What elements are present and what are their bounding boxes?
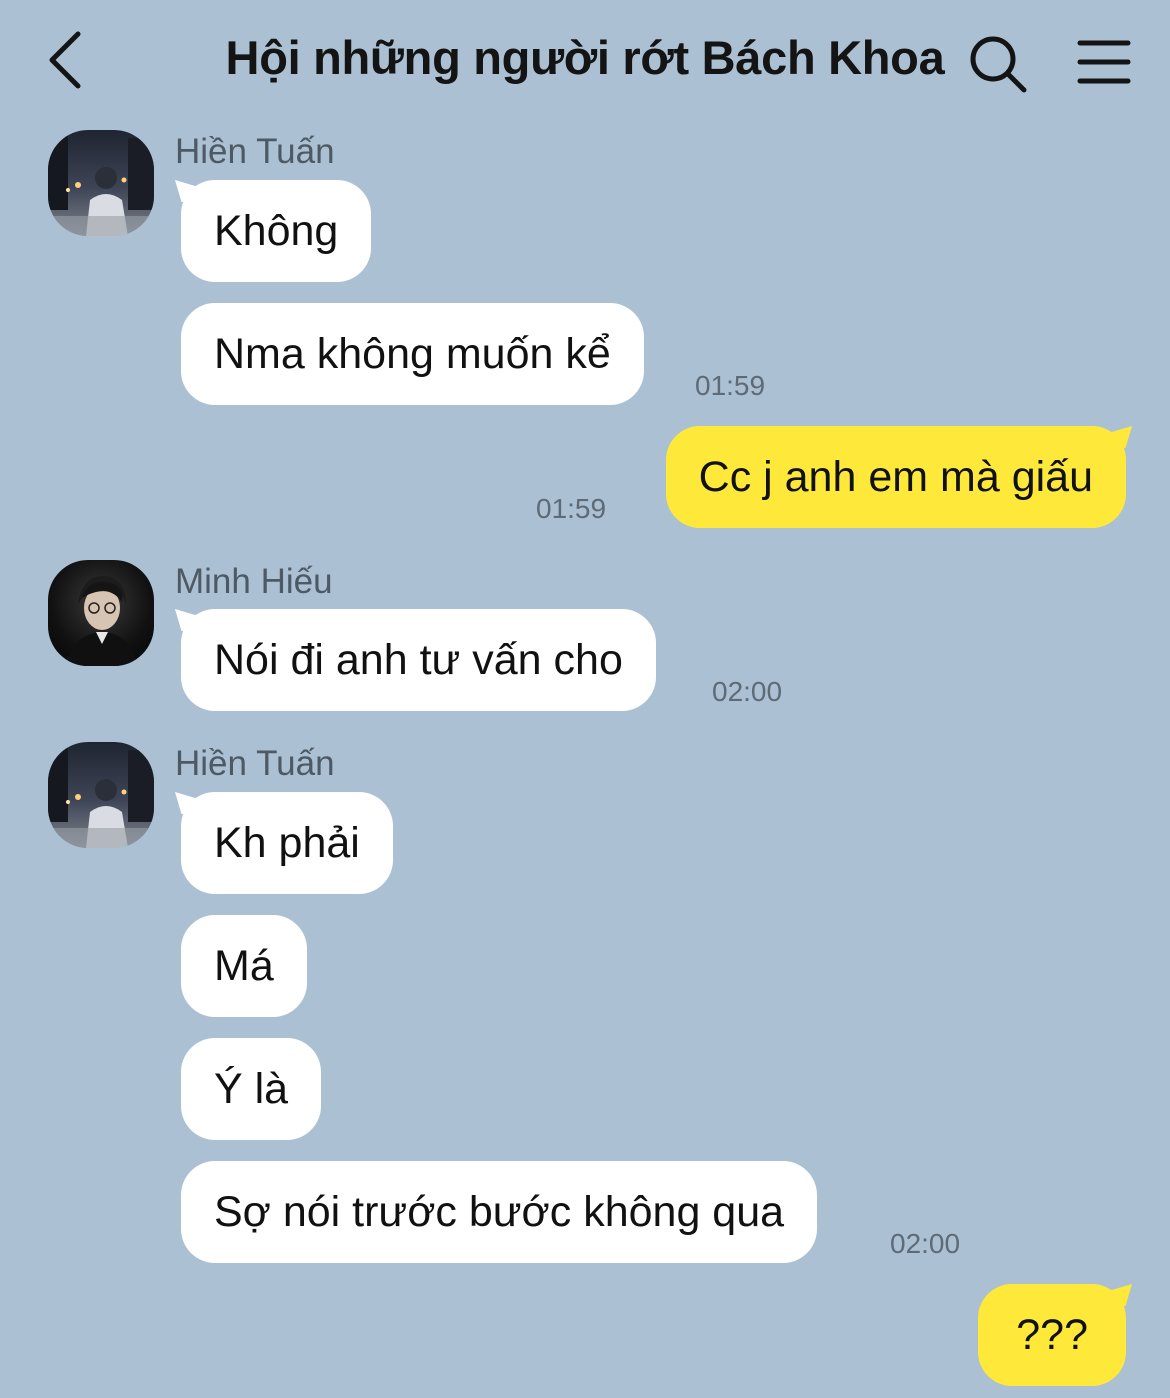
back-button[interactable]	[42, 28, 92, 92]
avatar-hien-tuan[interactable]	[48, 130, 154, 236]
avatar-minh-hieu[interactable]	[48, 560, 154, 666]
bubble-tail	[1106, 1284, 1132, 1306]
menu-button[interactable]	[1076, 36, 1132, 88]
message-bubble[interactable]: Nói đi anh tư vấn cho	[181, 609, 656, 711]
chat-header: Hội những người rớt Bách Khoa	[0, 0, 1170, 120]
message-bubble[interactable]: Không	[181, 180, 372, 282]
sender-name: Hiền Tuấn	[175, 744, 335, 783]
sender-name: Hiền Tuấn	[175, 132, 335, 171]
avatar-photo	[48, 742, 154, 848]
message-bubble-outgoing[interactable]: Cc j anh em mà giấu	[665, 426, 1126, 528]
message-time: 01:59	[536, 493, 607, 524]
message-time: 02:00	[712, 676, 783, 707]
hamburger-menu-icon	[1077, 40, 1131, 84]
avatar-hien-tuan[interactable]	[48, 742, 154, 848]
message-bubble[interactable]: Nma không muốn kể	[181, 303, 644, 405]
search-icon	[970, 36, 1027, 93]
chevron-left-icon	[49, 31, 81, 89]
message-bubble[interactable]: Kh phải	[181, 792, 393, 894]
avatar-photo	[66, 576, 138, 666]
avatar-photo	[48, 130, 154, 236]
sender-name: Minh Hiếu	[175, 562, 333, 601]
message-bubble[interactable]: Má	[181, 915, 307, 1017]
search-button[interactable]	[966, 32, 1030, 96]
message-time: 01:59	[695, 370, 766, 401]
message-bubble-outgoing[interactable]: ???	[978, 1284, 1126, 1386]
chat-title: Hội những người rớt Bách Khoa	[225, 31, 945, 84]
message-time: 02:00	[890, 1228, 961, 1259]
message-bubble[interactable]: Sợ nói trước bước không qua	[181, 1161, 818, 1263]
bubble-tail	[1106, 426, 1132, 448]
message-bubble[interactable]: Ý là	[181, 1038, 322, 1140]
